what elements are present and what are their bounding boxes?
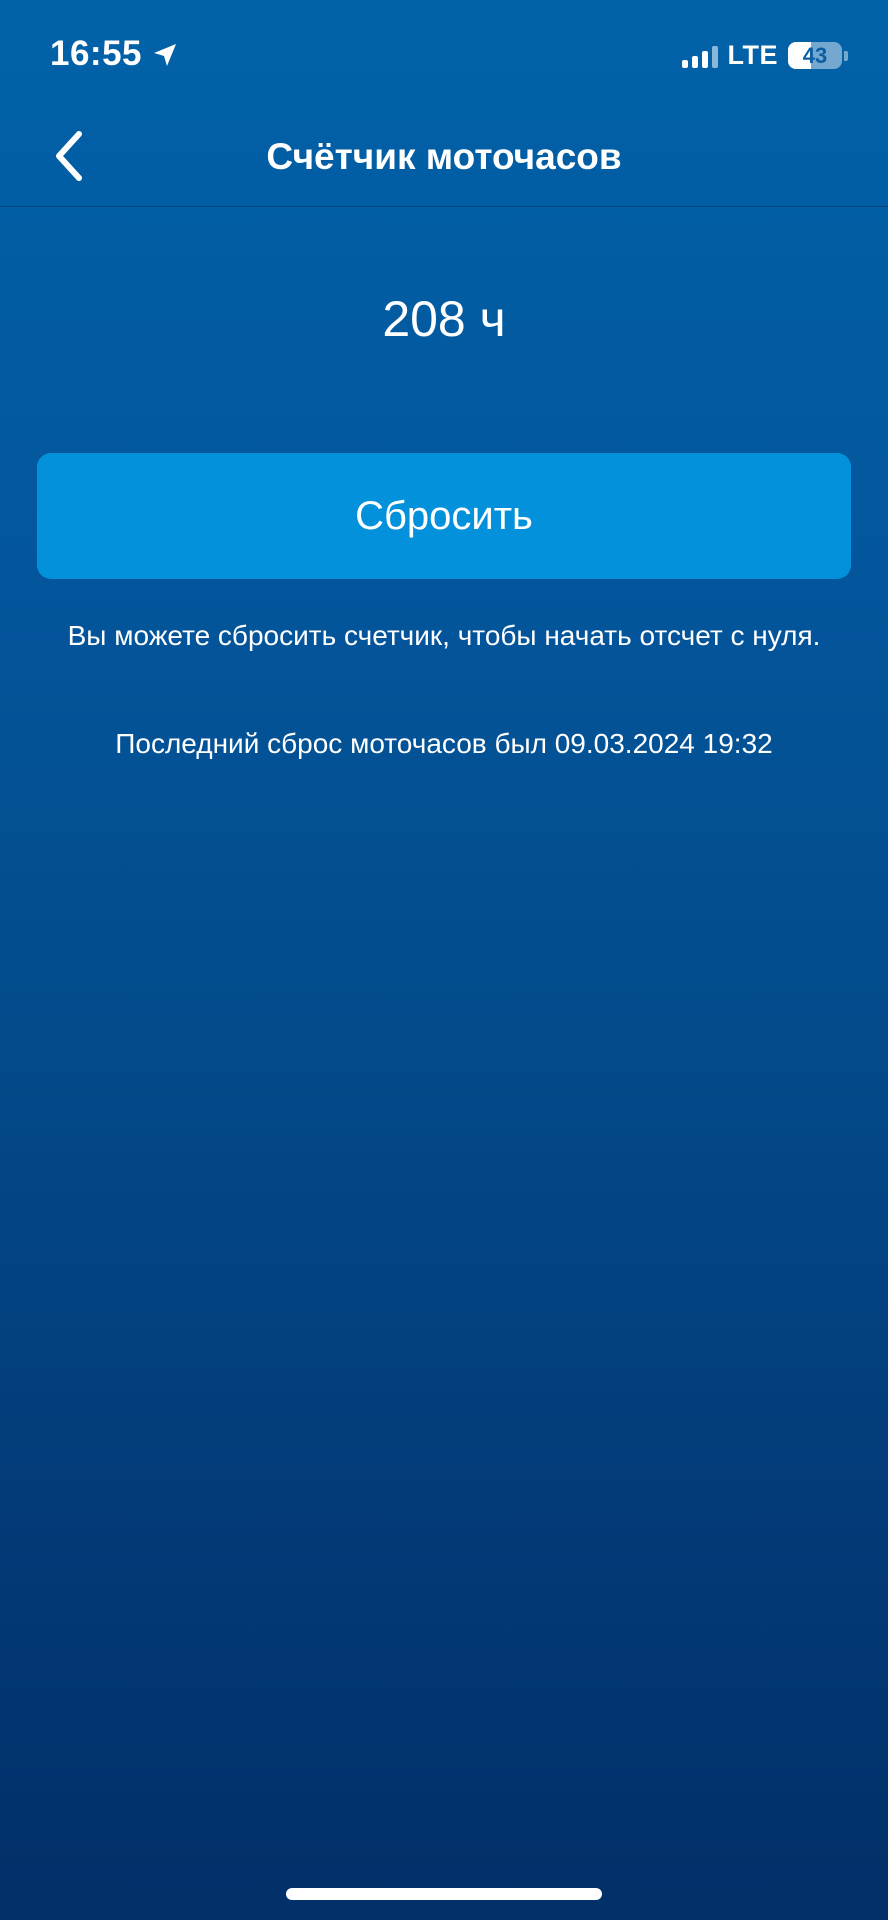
status-time: 16:55 [50, 34, 143, 73]
status-time-group: 16:55 [50, 34, 180, 74]
status-bar: 16:55 LTE 43 [0, 0, 888, 110]
location-arrow-icon [150, 39, 180, 69]
page-title: Счётчик моточасов [266, 136, 622, 177]
reset-hint-text: Вы можете сбросить счетчик, чтобы начать… [67, 620, 821, 651]
reset-button[interactable]: Сбросить [37, 453, 851, 579]
navigation-bar: Счётчик моточасов [0, 110, 888, 207]
engine-hours-value: 208 ч [382, 291, 506, 347]
cellular-signal-icon [681, 44, 718, 68]
battery-icon: 43 [788, 42, 842, 69]
network-type-label: LTE [727, 40, 778, 70]
status-indicators: LTE 43 [681, 40, 848, 71]
battery-cap [844, 50, 848, 61]
battery-level: 43 [802, 42, 828, 68]
home-indicator[interactable] [286, 1888, 602, 1900]
last-reset-text: Последний сброс моточасов был 09.03.2024… [115, 728, 773, 759]
